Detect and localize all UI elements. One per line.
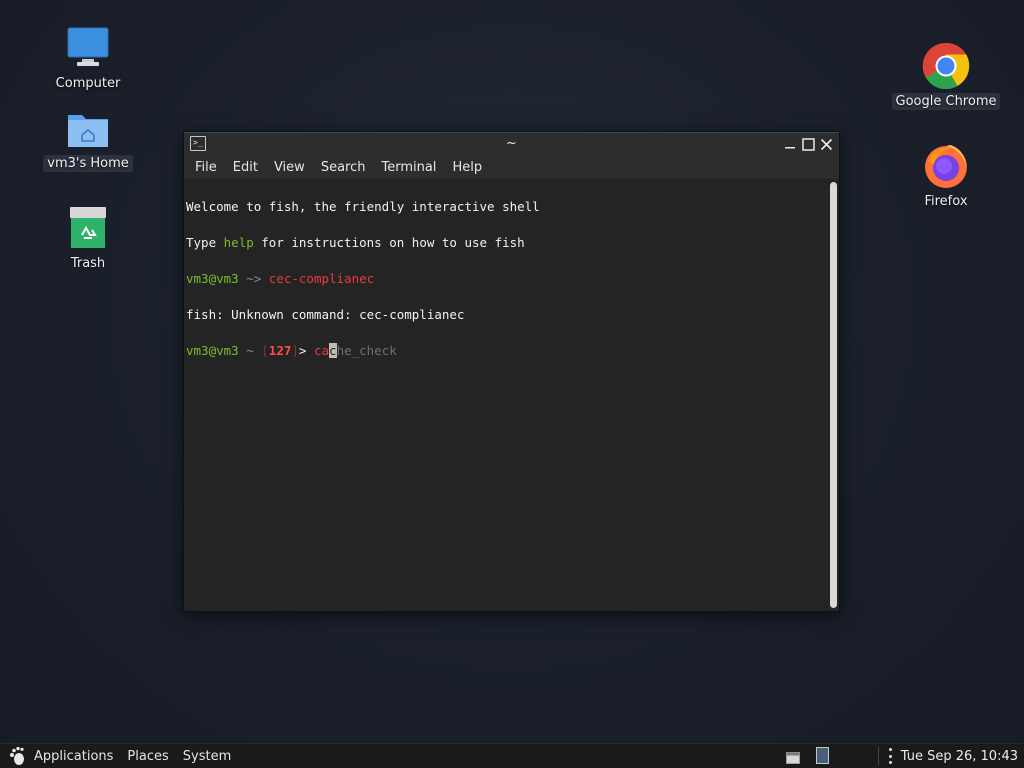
desktop-icon-label: vm3's Home [43,155,133,172]
terminal-line: vm3@vm3 ~ [127]> cache_check [186,342,839,360]
show-desktop-button[interactable] [785,749,802,764]
desktop-icon-label: Firefox [924,194,968,209]
close-button[interactable] [818,136,834,152]
desktop-icon-firefox[interactable]: Firefox [896,142,996,210]
maximize-button[interactable] [800,136,816,152]
exit-status: 127 [268,343,292,358]
firefox-icon [922,142,970,190]
help-text-post: for instructions on how to use fish [253,235,525,250]
bottom-panel: Applications Places System Tue Sep 26, 1… [0,743,1024,768]
desktop-icon-label: Trash [70,256,106,271]
status-bracket-close: ] [291,343,299,358]
help-text-pre: Type [186,235,224,250]
terminal-line: Type help for instructions on how to use… [186,234,839,252]
places-menu[interactable]: Places [120,749,175,764]
panel-separator [877,747,879,765]
gnome-foot-icon[interactable] [8,746,28,766]
desktop-icon-label: Computer [55,76,121,91]
computer-icon [64,24,112,72]
desktop-icon-trash[interactable]: Trash [38,204,138,272]
error-message: fish: Unknown command: cec-complianec [186,307,465,322]
workspace-switcher[interactable] [815,747,832,765]
minimize-icon [785,147,795,149]
close-icon [820,138,832,150]
minimize-button[interactable] [782,136,798,152]
panel-right-area: Tue Sep 26, 10:43 [785,744,1024,768]
menu-help[interactable]: Help [444,160,490,175]
window-title: ~ [506,136,517,151]
show-desktop-icon [785,752,800,764]
menu-search[interactable]: Search [313,160,374,175]
clock[interactable]: Tue Sep 26, 10:43 [901,749,1024,764]
status-bracket-open: [ [261,343,269,358]
terminal-line: vm3@vm3 ~> cec-complianec [186,270,839,288]
prompt-path: ~> [238,271,269,286]
help-command: help [223,235,254,250]
applications-menu[interactable]: Applications [28,749,120,764]
welcome-text: Welcome to fish, the friendly interactiv… [186,199,540,214]
trash-icon [64,204,112,252]
prompt-arrow: > [298,343,314,358]
menu-file[interactable]: File [187,160,225,175]
window-titlebar[interactable]: >_ ~ [184,132,839,156]
terminal-line: Welcome to fish, the friendly interactiv… [186,198,839,216]
entered-command: cec-complianec [268,271,375,286]
terminal-window[interactable]: >_ ~ File Edit View Search Terminal Help… [183,131,840,612]
menu-edit[interactable]: Edit [225,160,266,175]
workspace-icon [815,747,829,764]
vertical-scrollbar[interactable] [829,182,837,608]
system-menu[interactable]: System [176,749,238,764]
menubar: File Edit View Search Terminal Help [184,156,839,179]
kebab-menu-icon[interactable] [887,748,895,764]
typed-input[interactable]: ca [314,343,329,358]
prompt-path: ~ [238,343,262,358]
terminal-line: fish: Unknown command: cec-complianec [186,306,839,324]
home-folder-icon [64,104,112,152]
chrome-icon [922,42,970,90]
terminal-output[interactable]: Welcome to fish, the friendly interactiv… [184,179,839,611]
menu-terminal[interactable]: Terminal [373,160,444,175]
autosuggestion: he_check [336,343,397,358]
maximize-icon [801,137,815,151]
prompt-user: vm3@vm3 [186,343,239,358]
prompt-user: vm3@vm3 [186,271,239,286]
desktop-icon-home[interactable]: vm3's Home [38,104,138,172]
desktop-icon-label: Google Chrome [891,93,1001,110]
desktop-icon-chrome[interactable]: Google Chrome [891,42,1001,110]
menu-view[interactable]: View [266,160,313,175]
desktop-icon-computer[interactable]: Computer [38,24,138,92]
text-cursor: c [329,343,337,358]
scrollbar-thumb[interactable] [830,182,837,608]
